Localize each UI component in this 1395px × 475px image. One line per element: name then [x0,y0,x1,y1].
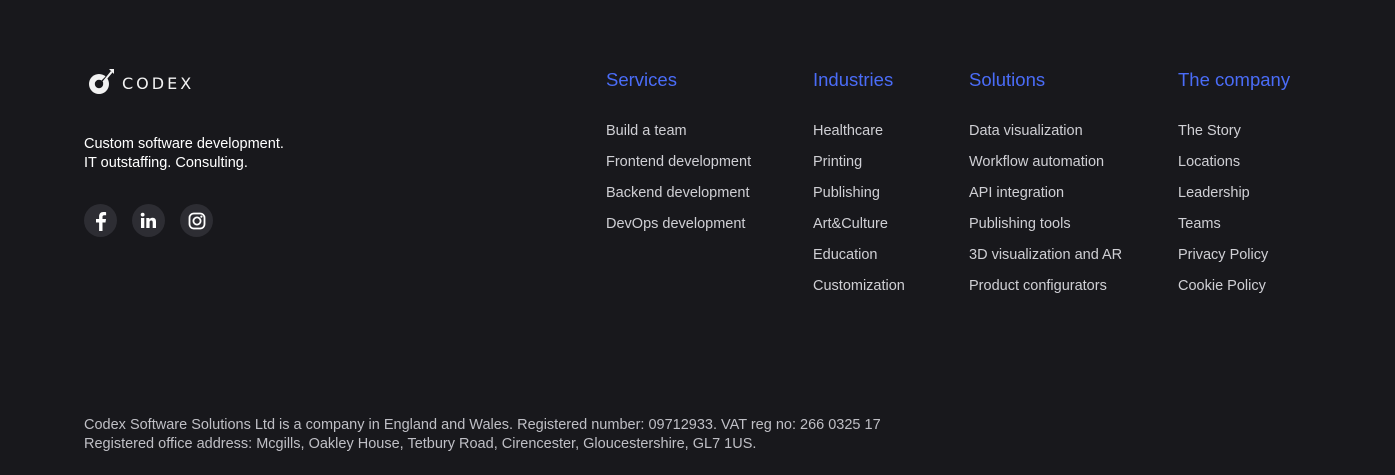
linkedin-link[interactable] [132,204,165,237]
legal-address: Registered office address: Mcgills, Oakl… [84,436,757,452]
solutions-link[interactable]: Data visualization [969,122,1122,153]
solutions-column: Solutions Data visualization Workflow au… [969,68,1122,308]
company-link[interactable]: Leadership [1178,184,1290,215]
instagram-link[interactable] [180,204,213,237]
social-links [84,204,213,237]
company-link[interactable]: The Story [1178,122,1290,153]
company-link[interactable]: Cookie Policy [1178,277,1290,308]
industries-link[interactable]: Printing [813,153,905,184]
services-link[interactable]: Backend development [606,184,751,215]
solutions-link[interactable]: 3D visualization and AR [969,246,1122,277]
legal-registration: Codex Software Solutions Ltd is a compan… [84,417,881,433]
solutions-list: Data visualization Workflow automation A… [969,122,1122,308]
company-list: The Story Locations Leadership Teams Pri… [1178,122,1290,308]
logo-wordmark: CODEX [122,74,195,93]
services-link[interactable]: Build a team [606,122,751,153]
industries-link[interactable]: Education [813,246,905,277]
services-list: Build a team Frontend development Backen… [606,122,751,246]
industries-link[interactable]: Healthcare [813,122,905,153]
instagram-icon [188,212,205,229]
services-link[interactable]: Frontend development [606,153,751,184]
industries-list: Healthcare Printing Publishing Art&Cultu… [813,122,905,308]
company-link[interactable]: Teams [1178,215,1290,246]
industries-heading: Industries [813,69,894,90]
company-heading: The company [1178,69,1291,90]
solutions-heading: Solutions [969,69,1046,90]
solutions-link[interactable]: Publishing tools [969,215,1122,246]
company-link[interactable]: Locations [1178,153,1290,184]
tagline-line-2: IT outstaffing. Consulting. [84,155,248,171]
company-link[interactable]: Privacy Policy [1178,246,1290,277]
brand-tagline: Custom software development. IT outstaff… [84,135,284,173]
legal-info: Codex Software Solutions Ltd is a compan… [84,416,881,454]
site-footer: CODEX Custom software development. IT ou… [0,0,1395,475]
industries-link[interactable]: Art&Culture [813,215,905,246]
industries-column: Industries Healthcare Printing Publishin… [813,68,905,308]
industries-link[interactable]: Customization [813,277,905,308]
services-heading: Services [606,69,677,90]
facebook-link[interactable] [84,204,117,237]
facebook-icon [95,211,106,231]
services-link[interactable]: DevOps development [606,215,751,246]
company-column: The company The Story Locations Leadersh… [1178,68,1290,308]
industries-link[interactable]: Publishing [813,184,905,215]
solutions-link[interactable]: Workflow automation [969,153,1122,184]
solutions-link[interactable]: API integration [969,184,1122,215]
services-column: Services Build a team Frontend developme… [606,68,751,246]
codex-logo[interactable]: CODEX [86,66,194,98]
rocket-logo-icon [89,69,114,94]
tagline-line-1: Custom software development. [84,136,284,152]
linkedin-icon [140,212,156,228]
solutions-link[interactable]: Product configurators [969,277,1122,308]
